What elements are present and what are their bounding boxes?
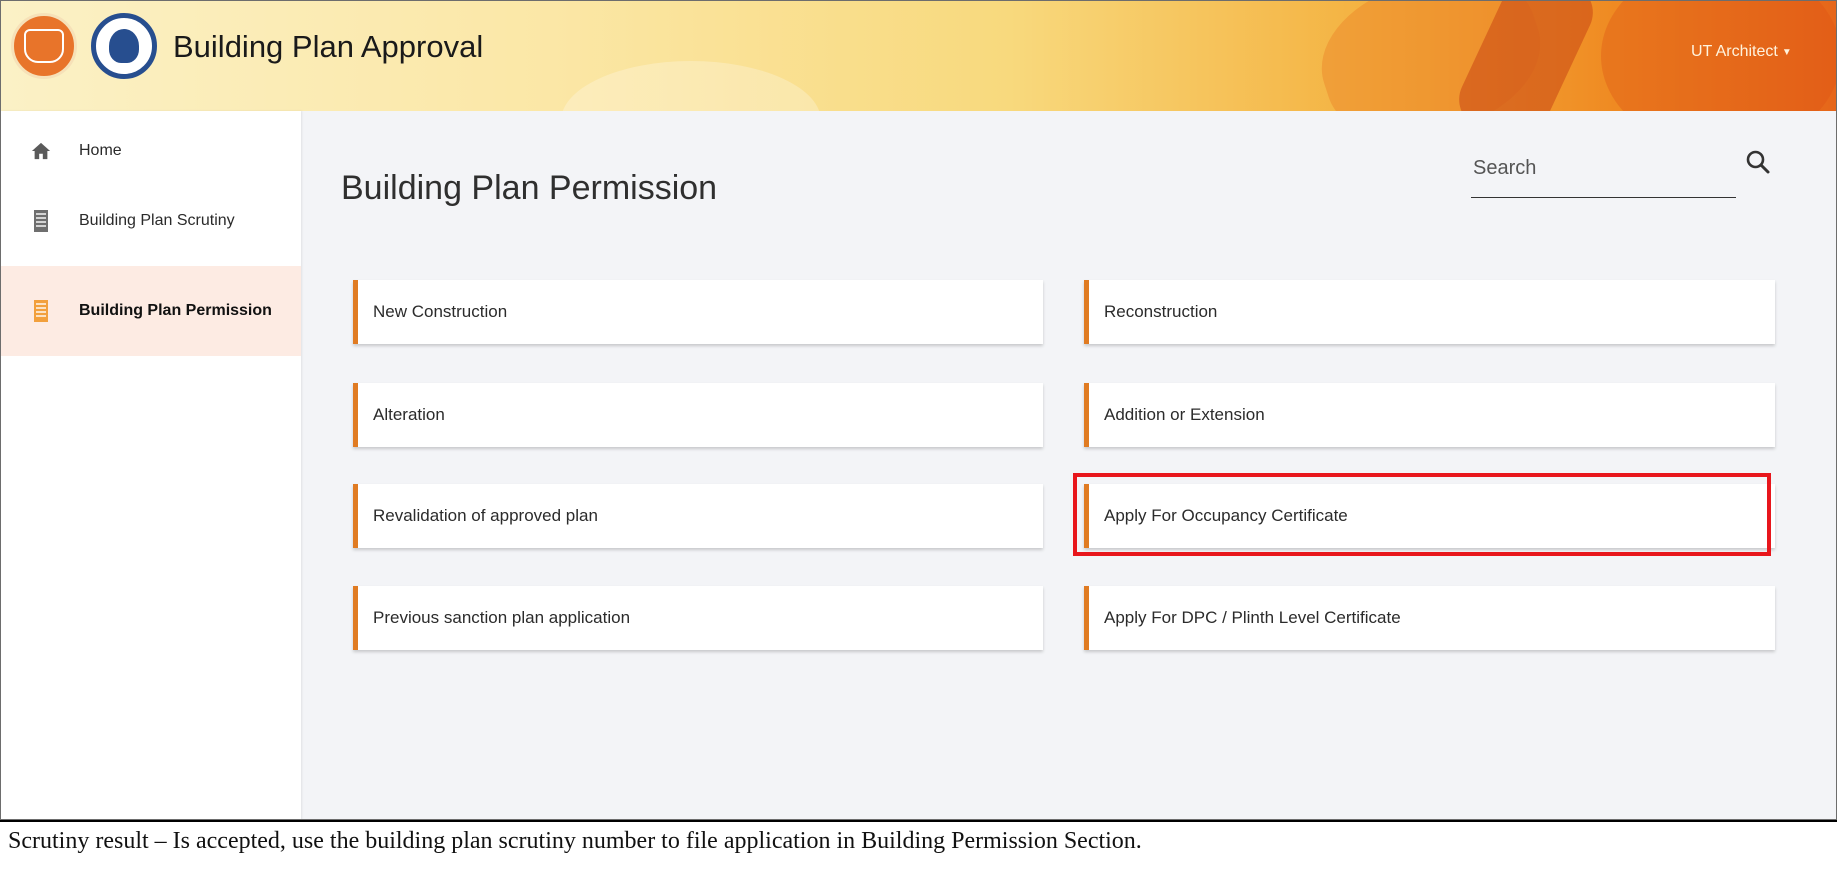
search-field bbox=[1471, 143, 1736, 198]
card-addition-or-extension[interactable]: Addition or Extension bbox=[1084, 383, 1775, 447]
card-dpc-plinth-certificate[interactable]: Apply For DPC / Plinth Level Certificate bbox=[1084, 586, 1775, 650]
municipal-corporation-logo bbox=[91, 13, 157, 79]
caption-box: Scrutiny result – Is accepted, use the b… bbox=[0, 820, 1837, 882]
building-icon bbox=[31, 299, 51, 323]
building-icon bbox=[31, 209, 51, 233]
sidebar-item-building-plan-permission[interactable]: Building Plan Permission bbox=[1, 266, 301, 356]
card-revalidation[interactable]: Revalidation of approved plan bbox=[353, 484, 1043, 548]
card-occupancy-certificate[interactable]: Apply For Occupancy Certificate bbox=[1084, 484, 1775, 548]
caption-text: Scrutiny result – Is accepted, use the b… bbox=[8, 828, 1142, 854]
user-menu-label: UT Architect bbox=[1691, 43, 1778, 60]
ut-administration-logo bbox=[11, 13, 77, 79]
card-alteration[interactable]: Alteration bbox=[353, 383, 1043, 447]
user-menu-dropdown[interactable]: UT Architect ▼ bbox=[1691, 43, 1792, 61]
page-title: Building Plan Permission bbox=[341, 169, 718, 207]
app-title: Building Plan Approval bbox=[173, 29, 484, 64]
sidebar-item-label: Building Plan Permission bbox=[79, 302, 272, 319]
app-header: Building Plan Approval UT Architect ▼ bbox=[1, 1, 1836, 111]
sidebar: Home Building Plan Scrutiny Building Pla… bbox=[1, 111, 301, 819]
app-window: Building Plan Approval UT Architect ▼ Ho… bbox=[0, 0, 1837, 820]
sidebar-item-label: Home bbox=[79, 142, 122, 159]
search-input[interactable] bbox=[1471, 149, 1695, 187]
card-previous-sanction-plan[interactable]: Previous sanction plan application bbox=[353, 586, 1043, 650]
sidebar-item-building-plan-scrutiny[interactable]: Building Plan Scrutiny bbox=[1, 176, 301, 266]
home-icon bbox=[31, 139, 51, 163]
search-icon[interactable] bbox=[1745, 149, 1771, 175]
caret-down-icon: ▼ bbox=[1781, 46, 1792, 58]
sidebar-item-label: Building Plan Scrutiny bbox=[79, 212, 235, 229]
card-reconstruction[interactable]: Reconstruction bbox=[1084, 280, 1775, 344]
card-new-construction[interactable]: New Construction bbox=[353, 280, 1043, 344]
